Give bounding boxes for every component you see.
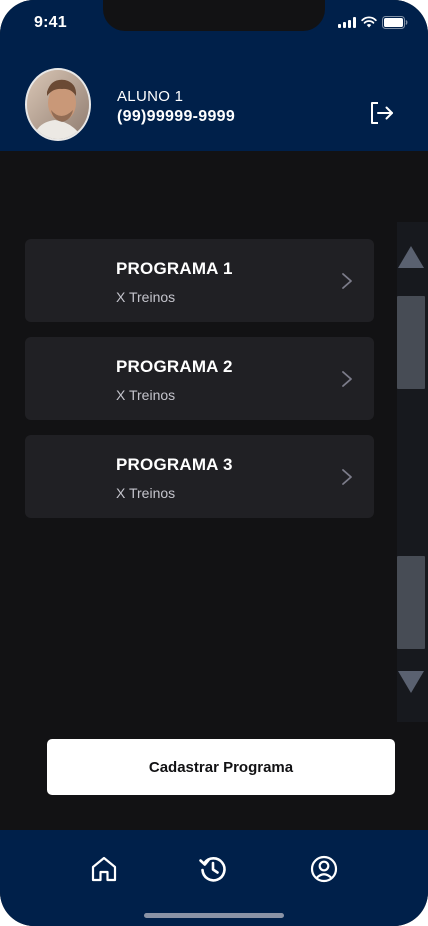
program-card[interactable]: PROGRAMA 2 X Treinos bbox=[25, 337, 374, 420]
phone-screen: 9:41 ALUNO 1 (99)99999-9999 PROGRAMA 1 X… bbox=[0, 0, 428, 926]
avatar[interactable] bbox=[25, 68, 91, 141]
scroll-down-arrow-icon[interactable] bbox=[397, 669, 425, 697]
status-icons bbox=[338, 15, 408, 29]
profile-icon[interactable] bbox=[309, 854, 339, 884]
scrollbar[interactable] bbox=[397, 222, 428, 722]
bottom-tab-bar bbox=[0, 830, 428, 926]
program-title: PROGRAMA 3 bbox=[116, 455, 233, 474]
program-subtitle: X Treinos bbox=[116, 289, 176, 305]
chevron-right-icon bbox=[342, 371, 352, 387]
cellular-signal-icon bbox=[338, 16, 356, 28]
wifi-icon bbox=[361, 16, 377, 28]
status-time: 9:41 bbox=[34, 14, 67, 31]
scroll-up-arrow-icon[interactable] bbox=[397, 242, 425, 270]
app-header: 9:41 ALUNO 1 (99)99999-9999 bbox=[0, 0, 428, 151]
user-phone: (99)99999-9999 bbox=[117, 108, 236, 125]
chevron-right-icon bbox=[342, 469, 352, 485]
program-subtitle: X Treinos bbox=[116, 485, 176, 501]
home-indicator bbox=[144, 913, 284, 918]
avatar-photo bbox=[27, 70, 89, 139]
program-title: PROGRAMA 1 bbox=[116, 259, 233, 278]
history-icon[interactable] bbox=[198, 854, 228, 884]
program-title: PROGRAMA 2 bbox=[116, 357, 233, 376]
scrollbar-thumb[interactable] bbox=[397, 296, 425, 389]
home-icon[interactable] bbox=[89, 854, 119, 884]
battery-icon bbox=[382, 15, 408, 29]
scrollbar-thumb[interactable] bbox=[397, 556, 425, 649]
program-card[interactable]: PROGRAMA 3 X Treinos bbox=[25, 435, 374, 518]
user-name: ALUNO 1 bbox=[117, 88, 184, 105]
program-subtitle: X Treinos bbox=[116, 387, 176, 403]
logout-icon[interactable] bbox=[368, 100, 394, 126]
chevron-right-icon bbox=[342, 273, 352, 289]
device-notch bbox=[103, 0, 325, 31]
register-program-button[interactable]: Cadastrar Programa bbox=[47, 739, 395, 795]
program-card[interactable]: PROGRAMA 1 X Treinos bbox=[25, 239, 374, 322]
